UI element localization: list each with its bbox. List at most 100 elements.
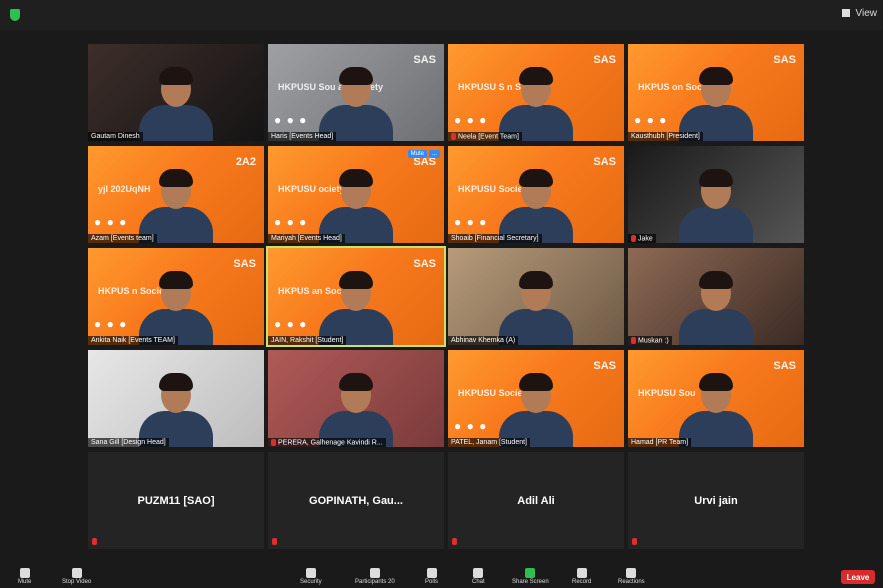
participant-video bbox=[499, 163, 573, 243]
participant-display-name: GOPINATH, Gau... bbox=[309, 494, 403, 507]
share-screen-icon bbox=[525, 568, 536, 578]
muted-mic-icon bbox=[451, 132, 456, 140]
participant-video bbox=[499, 367, 573, 447]
sas-logo: 2A2 bbox=[235, 156, 256, 168]
chat-icon bbox=[473, 568, 484, 578]
participant-name-label: Azam [Events team] bbox=[88, 234, 157, 243]
muted-mic-icon bbox=[631, 234, 636, 242]
participant-hair bbox=[699, 373, 733, 391]
reactions-icon bbox=[626, 568, 637, 578]
participant-name-label: Abhinav Khemka (A) bbox=[448, 336, 519, 345]
participant-tile[interactable]: SAS HKPUSU S n Society ● ● ● Neela [Event T… bbox=[448, 44, 624, 141]
participant-hair bbox=[339, 271, 373, 289]
participant-video bbox=[499, 265, 573, 345]
participant-tile[interactable]: Gautam Dinesh bbox=[88, 44, 264, 141]
participant-tile[interactable]: Muskan :) bbox=[628, 248, 804, 345]
participant-name: JAIN, Rakshit [Student] bbox=[271, 337, 344, 344]
loading-dots-icon: ● ● ● bbox=[274, 113, 308, 127]
participant-name-label: PATEL, Janam [Student] bbox=[448, 438, 531, 447]
participant-tile-video-off[interactable]: Adil Ali bbox=[448, 452, 624, 549]
participant-tile[interactable]: SAS HKPUS n Society ● ● ● Ankita Naik [Even… bbox=[88, 248, 264, 345]
participant-tile[interactable]: 2A2 yjI 202UqNH ● ● ● Azam [Events team] bbox=[88, 146, 264, 243]
participant-name: Neela [Event Team] bbox=[458, 133, 519, 140]
record-button[interactable]: Record bbox=[572, 568, 591, 585]
tile-mute-button[interactable]: Mute bbox=[407, 150, 427, 158]
participant-tile[interactable]: PERERA, Galhenage Kavindi R... bbox=[268, 350, 444, 447]
participant-name-label: Shoaib [Financial Secretary] bbox=[448, 234, 542, 243]
participant-name: Haris [Events Head] bbox=[271, 133, 334, 140]
participant-name-label: Muskan :) bbox=[628, 335, 672, 345]
reactions-button[interactable]: Reactions bbox=[618, 568, 645, 585]
loading-dots-icon: ● ● ● bbox=[454, 113, 488, 127]
participant-tile[interactable]: Jake bbox=[628, 146, 804, 243]
sas-logo: SAS bbox=[413, 54, 436, 66]
video-camera-icon bbox=[71, 568, 82, 578]
sas-logo: SAS bbox=[413, 258, 436, 270]
participant-name-label: Hamad [PR Team] bbox=[628, 438, 692, 447]
participant-tile[interactable]: SAS HKPUS an Society ● ● ● JAIN, Rakshit [S… bbox=[266, 246, 446, 347]
sas-logo: SAS bbox=[773, 360, 796, 372]
participant-video bbox=[139, 265, 213, 345]
participant-name: PERERA, Galhenage Kavindi R... bbox=[278, 439, 383, 446]
meeting-controls-bar: Mute Stop Video Security Participants 20… bbox=[0, 566, 883, 588]
loading-dots-icon: ● ● ● bbox=[274, 317, 308, 331]
participant-name: Hamad [PR Team] bbox=[631, 439, 689, 446]
muted-mic-icon bbox=[272, 538, 277, 545]
participant-hair bbox=[339, 67, 373, 85]
participant-video bbox=[319, 61, 393, 141]
record-icon bbox=[576, 568, 587, 578]
participant-hair bbox=[159, 67, 193, 85]
zoom-window: View Gautam Dinesh SAS HKPUSU Sou an Socie… bbox=[0, 0, 883, 588]
participant-video bbox=[319, 265, 393, 345]
participant-name-label: PERERA, Galhenage Kavindi R... bbox=[268, 437, 386, 447]
stop-video-button[interactable]: Stop Video bbox=[62, 568, 91, 585]
participant-hair bbox=[519, 67, 553, 85]
loading-dots-icon: ● ● ● bbox=[94, 317, 128, 331]
participant-display-name: Urvi jain bbox=[694, 494, 738, 507]
participant-hair bbox=[159, 271, 193, 289]
tile-more-button[interactable]: ... bbox=[428, 150, 440, 158]
loading-dots-icon: ● ● ● bbox=[454, 419, 488, 433]
participant-body bbox=[679, 207, 753, 243]
participants-icon bbox=[369, 568, 380, 578]
participant-tile-video-off[interactable]: Urvi jain bbox=[628, 452, 804, 549]
participant-tile[interactable]: SAS HKPUSU Society ● ● ● PATEL, Janam [Stud… bbox=[448, 350, 624, 447]
participant-video bbox=[499, 61, 573, 141]
loading-dots-icon: ● ● ● bbox=[634, 113, 668, 127]
participant-name-label: JAIN, Rakshit [Student] bbox=[268, 336, 347, 345]
participant-name-label: Kausthubh [President] bbox=[628, 132, 703, 141]
participant-hair bbox=[699, 169, 733, 187]
participant-video bbox=[679, 163, 753, 243]
participant-name: Shoaib [Financial Secretary] bbox=[451, 235, 539, 242]
participant-name-label: Haris [Events Head] bbox=[268, 132, 337, 141]
mute-button[interactable]: Mute bbox=[18, 568, 31, 585]
muted-mic-icon bbox=[92, 538, 97, 545]
participant-tile[interactable]: SAS HKPUSU Society ● ● ● Shoaib [Financial … bbox=[448, 146, 624, 243]
participant-tile[interactable]: SAS HKPUSU Sou an Society ● ● ● Haris [Even… bbox=[268, 44, 444, 141]
participant-tile[interactable]: SAS HKPUSU Sou Hamad [PR Team] bbox=[628, 350, 804, 447]
security-button[interactable]: Security bbox=[300, 568, 322, 585]
share-screen-button[interactable]: Share Screen bbox=[512, 568, 549, 585]
participant-tile-video-off[interactable]: PUZM11 [SAO] bbox=[88, 452, 264, 549]
leave-button[interactable]: Leave bbox=[841, 570, 875, 584]
security-shield-icon[interactable] bbox=[10, 9, 20, 21]
participants-button[interactable]: Participants 20 bbox=[355, 568, 395, 585]
participant-video bbox=[679, 265, 753, 345]
participant-name-label: Gautam Dinesh bbox=[88, 132, 143, 141]
participant-name-label: Mariyah [Events Head] bbox=[268, 234, 345, 243]
muted-mic-icon bbox=[271, 438, 276, 446]
participant-video bbox=[139, 61, 213, 141]
participant-hair bbox=[339, 169, 373, 187]
view-button[interactable]: View bbox=[841, 8, 877, 19]
participant-tile[interactable]: Sana Gill [Design Head] bbox=[88, 350, 264, 447]
muted-mic-icon bbox=[631, 336, 636, 344]
polls-button[interactable]: Polls bbox=[425, 568, 438, 585]
chat-button[interactable]: Chat bbox=[472, 568, 485, 585]
participant-tile[interactable]: Abhinav Khemka (A) bbox=[448, 248, 624, 345]
loading-dots-icon: ● ● ● bbox=[274, 215, 308, 229]
participant-tile[interactable]: SAS HKPUS on Society ● ● ● Kausthubh [Presi… bbox=[628, 44, 804, 141]
participant-video bbox=[139, 163, 213, 243]
participant-tile[interactable]: SAS HKPUSU ociety Mute... ● ● ● Mariyah [Eve… bbox=[268, 146, 444, 243]
participant-name: Gautam Dinesh bbox=[91, 133, 140, 140]
participant-tile-video-off[interactable]: GOPINATH, Gau... bbox=[268, 452, 444, 549]
